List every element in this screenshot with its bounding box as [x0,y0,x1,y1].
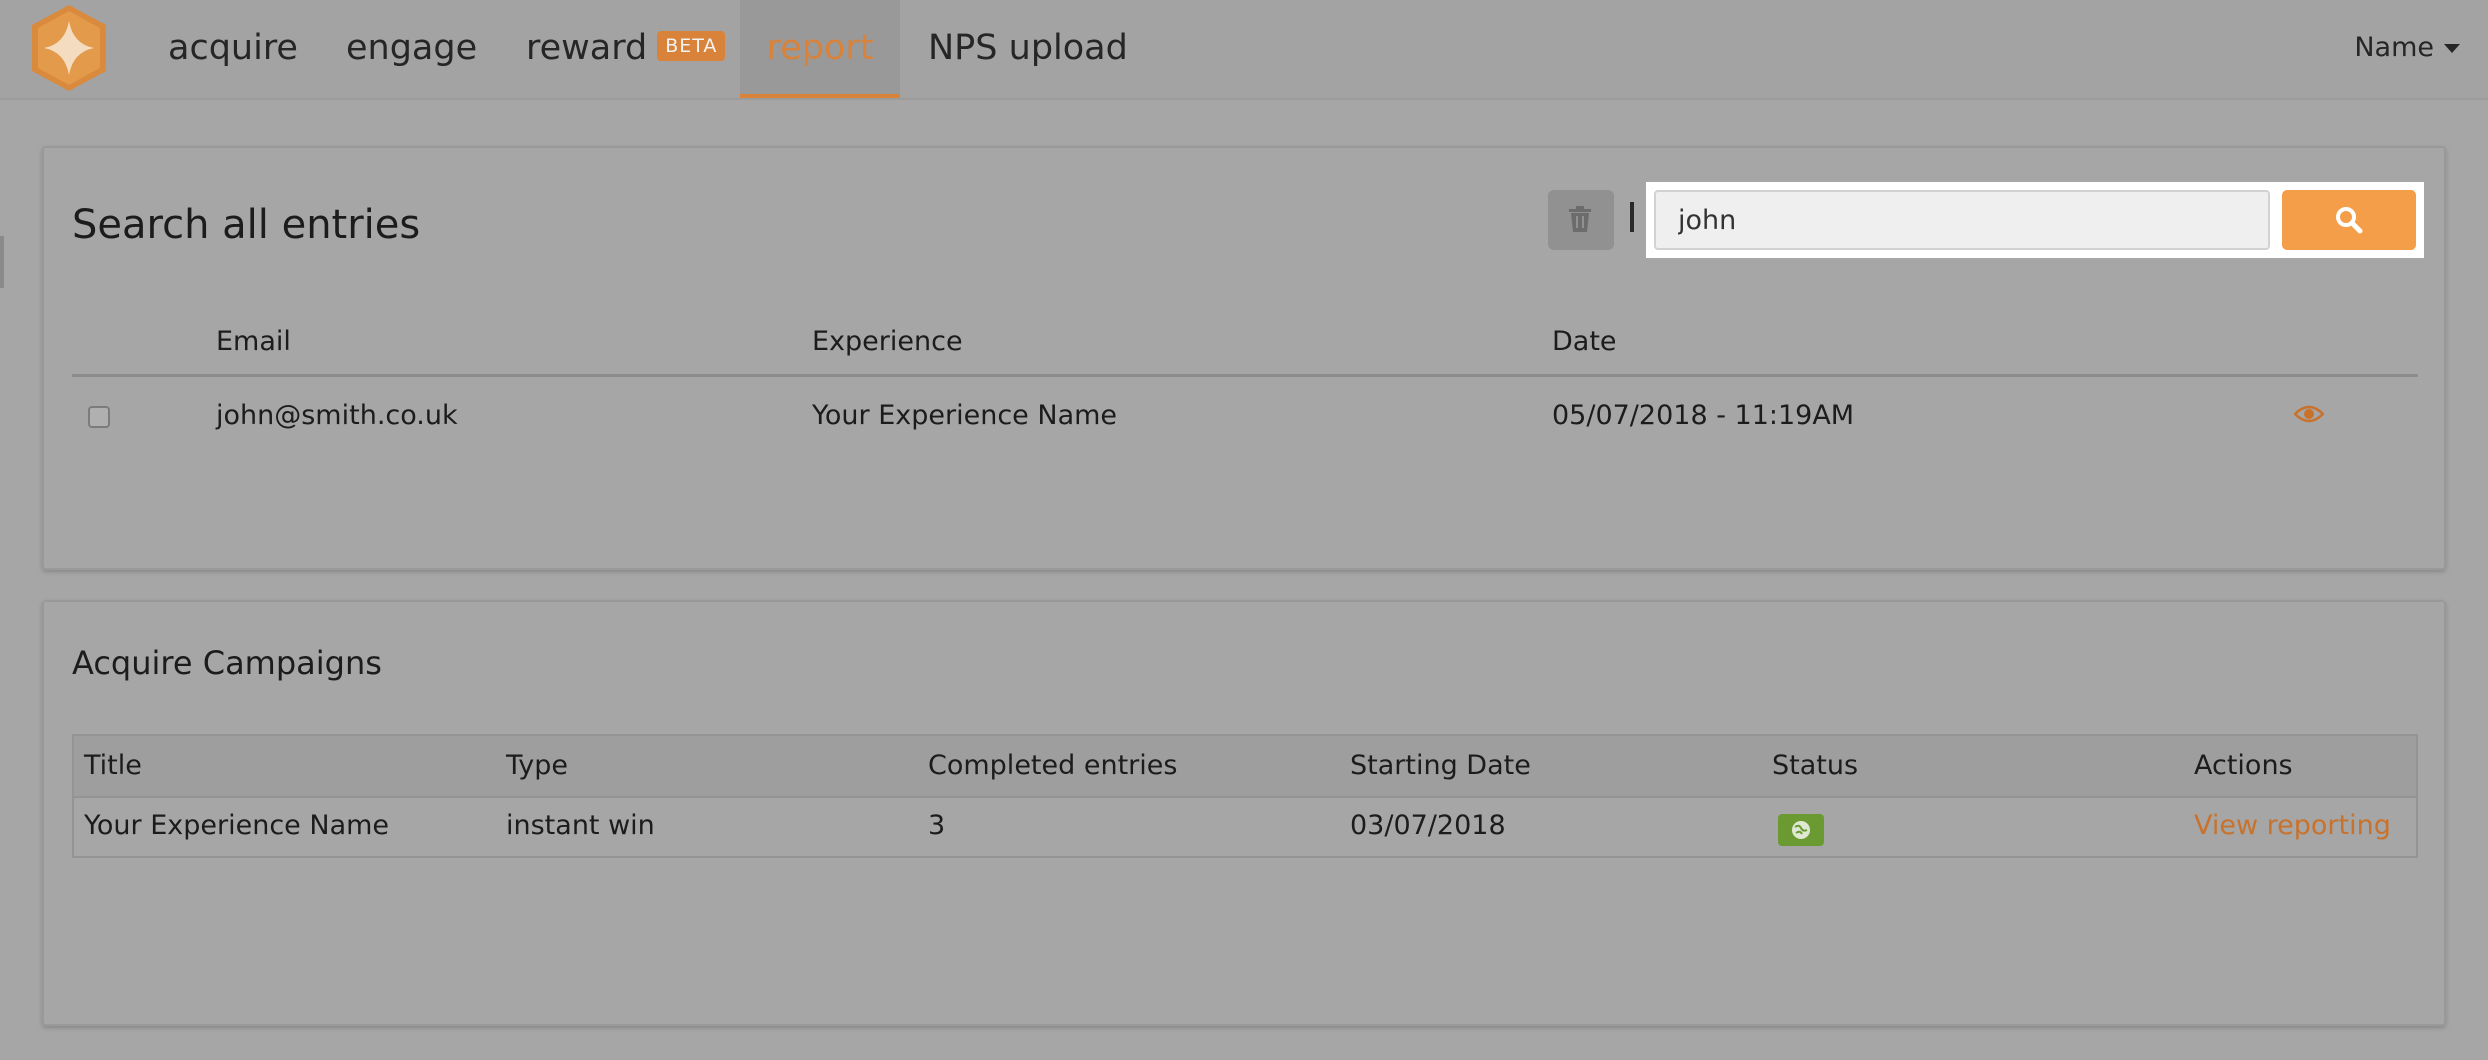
entry-email: john@smith.co.uk [216,400,458,431]
row-select-checkbox[interactable] [88,406,110,428]
beta-badge: BETA [657,31,726,61]
status-badge [1778,814,1824,846]
search-icon [2336,207,2363,234]
nav-nps-upload[interactable]: NPS upload [928,0,1128,98]
header-divider [72,374,2418,377]
user-menu[interactable]: Name [2354,0,2460,96]
brand-logo-icon[interactable] [28,3,110,93]
eye-icon [2293,405,2325,423]
campaign-completed: 3 [928,810,946,841]
user-name: Name [2354,32,2434,63]
delete-button[interactable] [1548,190,1614,250]
campaign-title: Your Experience Name [84,810,390,841]
trash-icon [1569,206,1591,232]
view-reporting-link[interactable]: View reporting [2194,810,2391,841]
column-header-date[interactable]: Date [1552,326,1617,357]
top-nav: acquire engage reward BETA report NPS upl… [0,0,2488,100]
column-header-email[interactable]: Email [216,326,291,357]
nav-engage[interactable]: engage [346,0,477,98]
campaigns-table-header: Title Type Completed entries Starting Da… [74,736,2416,798]
column-header-completed: Completed entries [928,750,1178,781]
column-header-title: Title [84,750,142,781]
nav-reward-label: reward [526,28,648,68]
view-entry-button[interactable] [2293,404,2325,428]
nav-acquire[interactable]: acquire [168,0,298,98]
caret-down-icon [2444,44,2460,53]
search-panel-title: Search all entries [72,202,421,248]
entry-experience: Your Experience Name [812,400,1118,431]
campaigns-title: Acquire Campaigns [72,644,382,682]
campaign-start-date: 03/07/2018 [1350,810,1506,841]
search-entries-panel: Search all entries Email Experience Date… [42,146,2446,570]
search-button[interactable] [2282,190,2416,250]
column-header-actions: Actions [2194,750,2293,781]
column-header-status: Status [1772,750,1859,781]
nav-reward[interactable]: reward BETA [526,0,726,98]
column-header-experience[interactable]: Experience [812,326,963,357]
column-header-type: Type [506,750,569,781]
search-box [1646,182,2424,258]
acquire-campaigns-panel: Acquire Campaigns Title Type Completed e… [42,600,2446,1026]
separator [1630,202,1634,232]
side-tab-handle[interactable] [0,236,4,288]
campaign-type: instant win [506,810,655,841]
status-active-icon [1792,821,1810,839]
entry-date: 05/07/2018 - 11:19AM [1552,400,1855,431]
nav-report[interactable]: report [740,0,900,98]
search-input[interactable] [1654,190,2270,250]
campaigns-table: Title Type Completed entries Starting Da… [72,734,2418,858]
column-header-start-date: Starting Date [1350,750,1531,781]
